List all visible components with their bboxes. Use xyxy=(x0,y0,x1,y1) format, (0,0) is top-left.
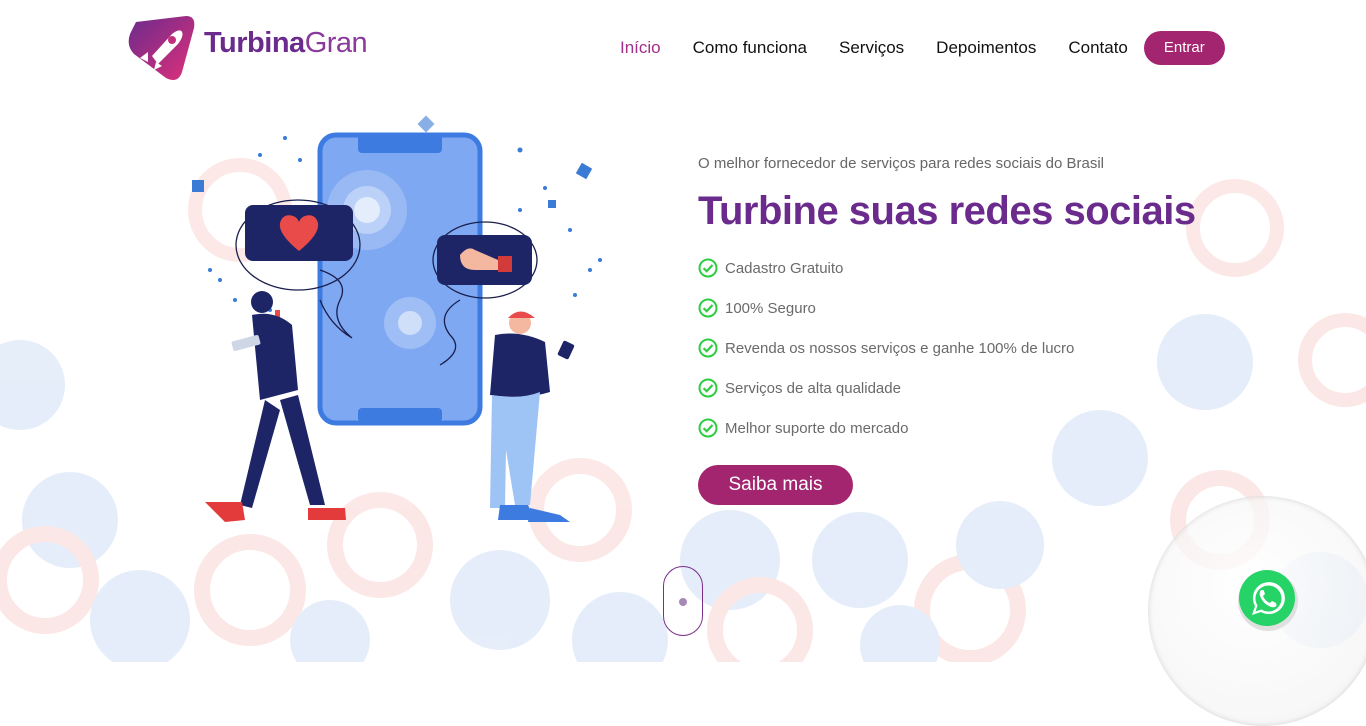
feature-text: Serviços de alta qualidade xyxy=(725,379,901,397)
nav-contato[interactable]: Contato xyxy=(1068,38,1128,58)
feature-text: Melhor suporte do mercado xyxy=(725,419,909,437)
nav-servicos[interactable]: Serviços xyxy=(839,38,904,58)
scroll-dot xyxy=(679,598,687,606)
site-header: TurbinaGran Início Como funciona Serviço… xyxy=(0,0,1366,95)
feature-text: Revenda os nossos serviços e ganhe 100% … xyxy=(725,339,1075,357)
check-circle-icon xyxy=(698,378,718,398)
brand-name: TurbinaGran xyxy=(204,27,368,59)
list-item: Melhor suporte do mercado xyxy=(698,408,1338,448)
nav-depoimentos[interactable]: Depoimentos xyxy=(936,38,1036,58)
list-item: Serviços de alta qualidade xyxy=(698,368,1338,408)
check-circle-icon xyxy=(698,418,718,438)
mouse-scroll-icon[interactable] xyxy=(663,566,703,636)
hero-headline: Turbine suas redes sociais xyxy=(698,189,1196,233)
login-button[interactable]: Entrar xyxy=(1143,31,1225,65)
hero-tagline: O melhor fornecedor de serviços para red… xyxy=(698,155,1105,172)
nav-inicio[interactable]: Início xyxy=(620,38,661,58)
learn-more-button[interactable]: Saiba mais xyxy=(698,465,853,505)
nav-como-funciona[interactable]: Como funciona xyxy=(693,38,807,58)
feature-text: 100% Seguro xyxy=(725,299,816,317)
hero-illustration xyxy=(192,115,602,522)
list-item: 100% Seguro xyxy=(698,288,1338,328)
check-circle-icon xyxy=(698,258,718,278)
main-nav: Início Como funciona Serviços Depoimento… xyxy=(620,31,1225,65)
list-item: Cadastro Gratuito xyxy=(698,248,1338,288)
whatsapp-icon[interactable] xyxy=(1234,566,1300,632)
brand-logo[interactable]: TurbinaGran xyxy=(126,12,386,87)
list-item: Revenda os nossos serviços e ganhe 100% … xyxy=(698,328,1338,368)
check-circle-icon xyxy=(698,298,718,318)
hero-section: O melhor fornecedor de serviços para red… xyxy=(698,155,1338,505)
feature-text: Cadastro Gratuito xyxy=(725,259,844,277)
rocket-icon xyxy=(128,16,195,80)
check-circle-icon xyxy=(698,338,718,358)
feature-list: Cadastro Gratuito 100% Seguro Revenda os… xyxy=(698,248,1338,448)
